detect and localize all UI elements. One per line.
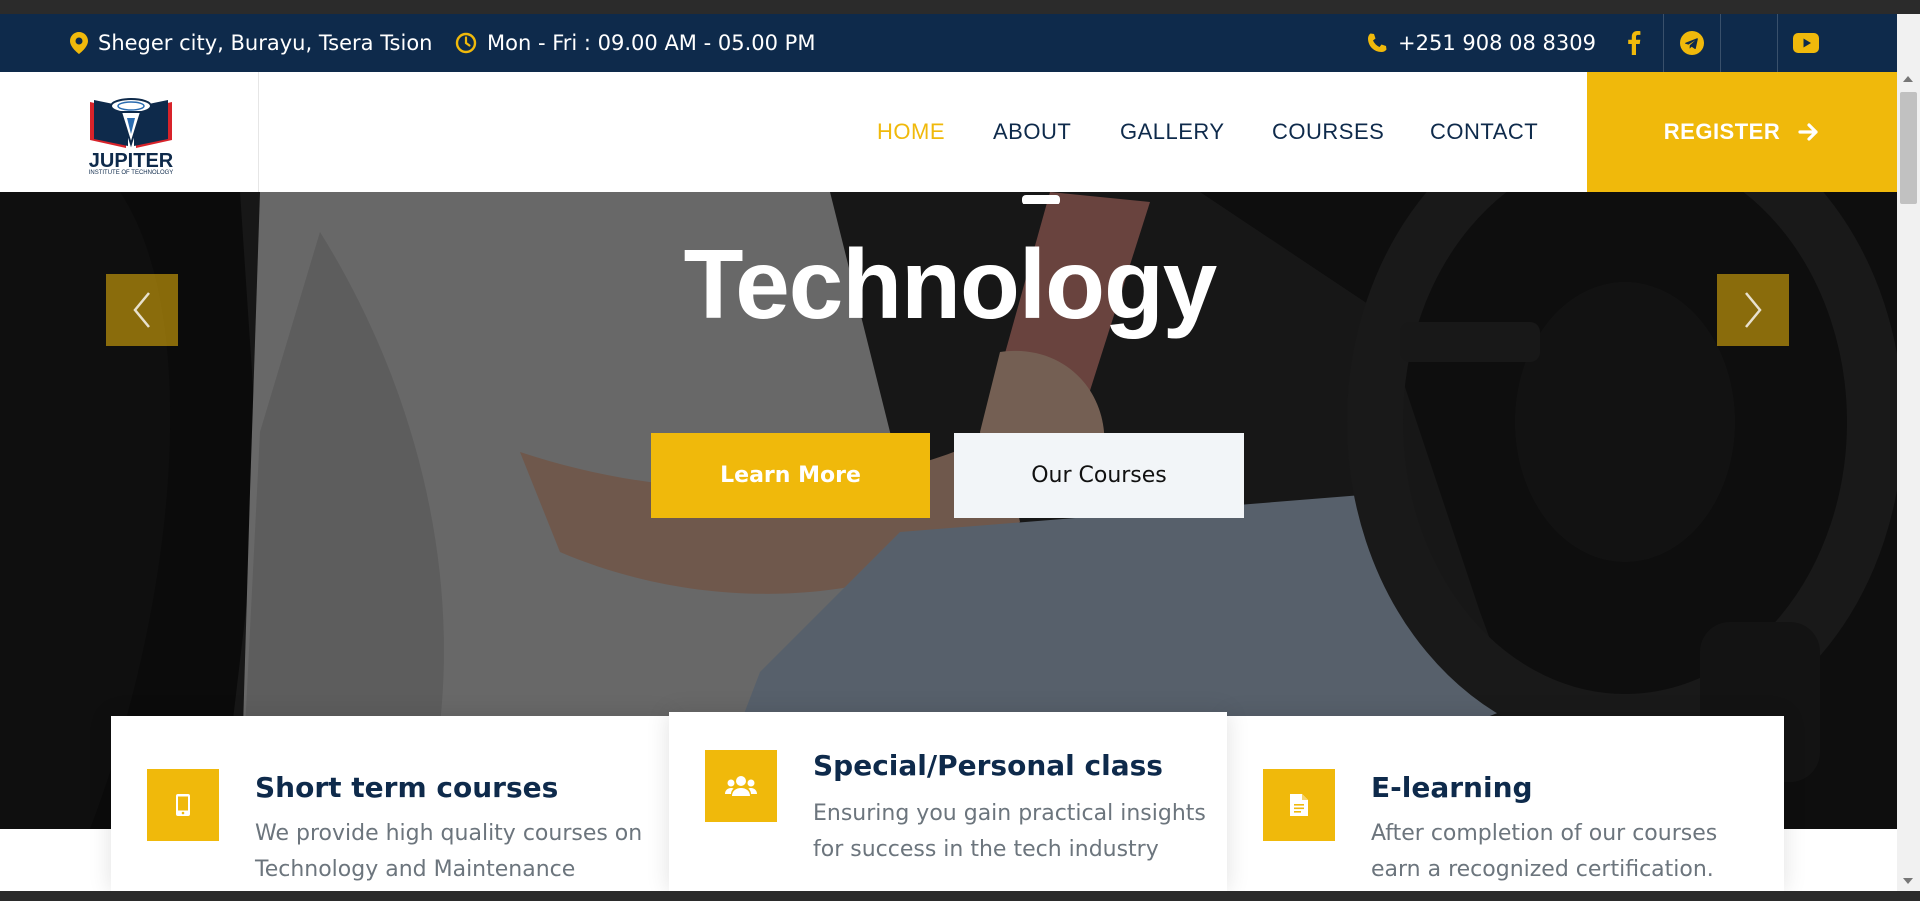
- hero-previous-line-fragment: [1020, 192, 1070, 204]
- our-courses-button[interactable]: Our Courses: [954, 433, 1244, 518]
- feature-title: Special/Personal class: [813, 749, 1163, 782]
- scrollbar-thumb[interactable]: [1900, 92, 1917, 204]
- youtube-icon: [1792, 33, 1819, 53]
- feature-card: Short term courses We provide high quali…: [111, 716, 669, 891]
- carousel-prev-button[interactable]: [106, 274, 178, 346]
- chevron-right-icon: [1745, 292, 1762, 328]
- nav-item-courses[interactable]: COURSES: [1272, 72, 1384, 192]
- nav-item-about[interactable]: ABOUT: [993, 72, 1071, 192]
- feature-description: We provide high quality courses on Techn…: [255, 821, 643, 882]
- logo-link[interactable]: JUPITER INSTITUTE OF TECHNOLOGY: [0, 72, 259, 192]
- carousel-next-button[interactable]: [1717, 274, 1789, 346]
- page-scrollbar[interactable]: [1897, 14, 1920, 891]
- feature-card: E-learning After completion of our cours…: [1227, 716, 1784, 891]
- telegram-icon: [1679, 31, 1704, 55]
- feature-cards: Short term courses We provide high quali…: [111, 712, 1784, 891]
- phone-text: +251 908 08 8309: [1398, 31, 1596, 55]
- mobile-phone-icon: [176, 794, 190, 816]
- youtube-link[interactable]: [1777, 14, 1833, 72]
- top-info-bar: Sheger city, Burayu, Tsera Tsion Mon - F…: [0, 14, 1897, 72]
- register-button[interactable]: REGISTER: [1587, 72, 1897, 192]
- users-icon: [725, 776, 757, 796]
- scroll-up-arrow-icon[interactable]: [1903, 76, 1913, 82]
- facebook-link[interactable]: [1606, 14, 1662, 72]
- nav-item-gallery[interactable]: GALLERY: [1120, 72, 1225, 192]
- document-icon: [1290, 794, 1308, 816]
- facebook-icon: [1628, 31, 1641, 55]
- jupiter-logo-icon: [90, 98, 172, 148]
- phone-icon: [1368, 33, 1387, 52]
- map-pin-icon: [70, 32, 88, 54]
- arrow-right-icon: [1798, 123, 1818, 141]
- nav-item-home[interactable]: HOME: [877, 72, 945, 192]
- clock-icon: [455, 32, 477, 54]
- feature-icon-box: [1263, 769, 1335, 841]
- brand-tagline: INSTITUTE OF TECHNOLOGY: [88, 170, 174, 176]
- feature-description: After completion of our courses earn a r…: [1371, 821, 1718, 882]
- address-text: Sheger city, Burayu, Tsera Tsion: [98, 31, 433, 55]
- hours-info: Mon - Fri : 09.00 AM - 05.00 PM: [455, 14, 815, 72]
- page: Sheger city, Burayu, Tsera Tsion Mon - F…: [0, 14, 1897, 891]
- chevron-left-icon: [133, 292, 150, 328]
- main-navbar: JUPITER INSTITUTE OF TECHNOLOGY HOME ABO…: [0, 72, 1897, 192]
- register-label: REGISTER: [1663, 119, 1781, 144]
- telegram-link[interactable]: [1663, 14, 1719, 72]
- address-info: Sheger city, Burayu, Tsera Tsion: [70, 14, 433, 72]
- scroll-down-arrow-icon[interactable]: [1903, 878, 1913, 884]
- hero-title: Technology: [683, 229, 1218, 339]
- feature-card: Special/Personal class Ensuring you gain…: [669, 712, 1227, 891]
- blank-social-slot[interactable]: [1720, 14, 1776, 72]
- taskbar-edge: [0, 891, 1920, 901]
- hours-text: Mon - Fri : 09.00 AM - 05.00 PM: [487, 31, 816, 55]
- feature-title: E-learning: [1371, 771, 1533, 804]
- feature-description: Ensuring you gain practical insights for…: [813, 801, 1206, 862]
- phone-info[interactable]: +251 908 08 8309: [1366, 14, 1596, 72]
- feature-icon-box: [705, 750, 777, 822]
- learn-more-button[interactable]: Learn More: [651, 433, 930, 518]
- feature-title: Short term courses: [255, 771, 559, 804]
- browser-top-edge: [0, 0, 1920, 14]
- feature-icon-box: [147, 769, 219, 841]
- nav-item-contact[interactable]: CONTACT: [1430, 72, 1538, 192]
